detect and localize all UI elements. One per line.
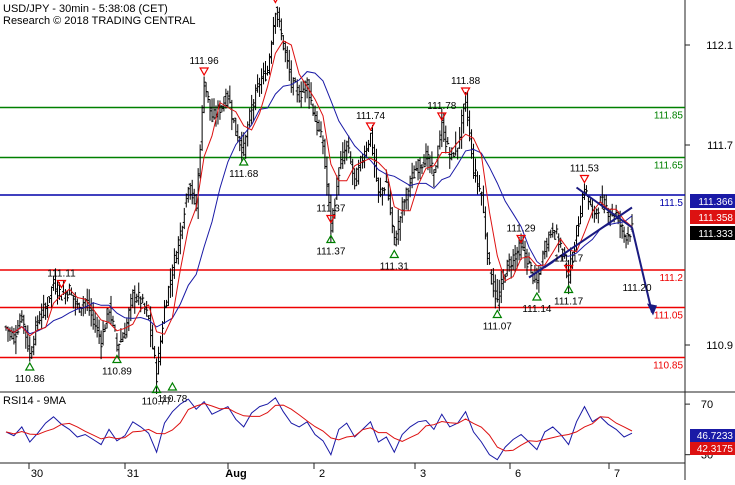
level-label: 110.85 <box>653 361 683 372</box>
time-tick-label: 31 <box>127 468 139 480</box>
low-label: 111.14 <box>522 304 552 315</box>
high-label: 111.17 <box>554 254 584 265</box>
high-label: 111.78 <box>427 101 457 112</box>
chart-window: 111.85 111.65 111.5 111.2 111.05 110.85 111.1… <box>0 0 735 480</box>
price-tag-label: 111.366 <box>698 197 733 208</box>
price-tick-label: 111.7 <box>707 140 733 152</box>
time-tick-label: Aug <box>225 468 246 480</box>
high-label: 111.74 <box>356 111 386 122</box>
time-tick-label: 30 <box>31 468 43 480</box>
level-label: 111.2 <box>659 273 683 284</box>
time-tick-label: 7 <box>614 468 620 480</box>
rsi-tick-label: 70 <box>701 399 713 411</box>
time-tick-label: 2 <box>319 468 325 480</box>
high-label: 111.37 <box>316 204 346 215</box>
price-tag-label: 111.358 <box>698 213 733 224</box>
time-tick-label: 3 <box>420 468 426 480</box>
low-label: 110.78 <box>157 394 187 405</box>
high-label: 111.96 <box>190 56 220 67</box>
low-label: 110.89 <box>102 367 132 378</box>
high-label: 111.88 <box>451 76 481 87</box>
projection-label: 111.20 <box>622 283 652 294</box>
high-label: 111.29 <box>507 224 537 235</box>
low-label: 111.31 <box>380 262 410 273</box>
high-label: 111.11 <box>47 269 76 280</box>
low-label: 110.86 <box>15 374 45 385</box>
low-label: 111.37 <box>316 247 346 258</box>
copyright-notice: Research © 2018 TRADING CENTRAL <box>3 15 196 27</box>
price-tick-label: 112.1 <box>706 40 733 52</box>
low-label: 111.07 <box>483 322 513 333</box>
chart-title: USD/JPY - 30min - 5:38:08 (CET) <box>3 3 168 15</box>
low-label: 111.17 <box>554 297 584 308</box>
high-label: 111.53 <box>570 164 600 175</box>
time-tick-label: 6 <box>515 468 521 480</box>
low-label: 111.68 <box>229 169 259 180</box>
price-tick-label: 110.9 <box>706 340 733 352</box>
price-tag-label: 111.333 <box>698 229 733 240</box>
price-chart[interactable]: 111.85 111.65 111.5 111.2 111.05 110.85 111.1… <box>0 0 735 480</box>
rsi-label: RSI14 - 9MA <box>3 395 67 407</box>
level-label: 111.05 <box>654 311 684 322</box>
rsi-value-label: 46.7233 <box>697 431 734 442</box>
rsi-value-label: 42.3175 <box>697 444 734 455</box>
level-label: 111.65 <box>654 161 684 172</box>
level-label: 111.5 <box>659 198 683 209</box>
level-label: 111.85 <box>654 111 684 122</box>
